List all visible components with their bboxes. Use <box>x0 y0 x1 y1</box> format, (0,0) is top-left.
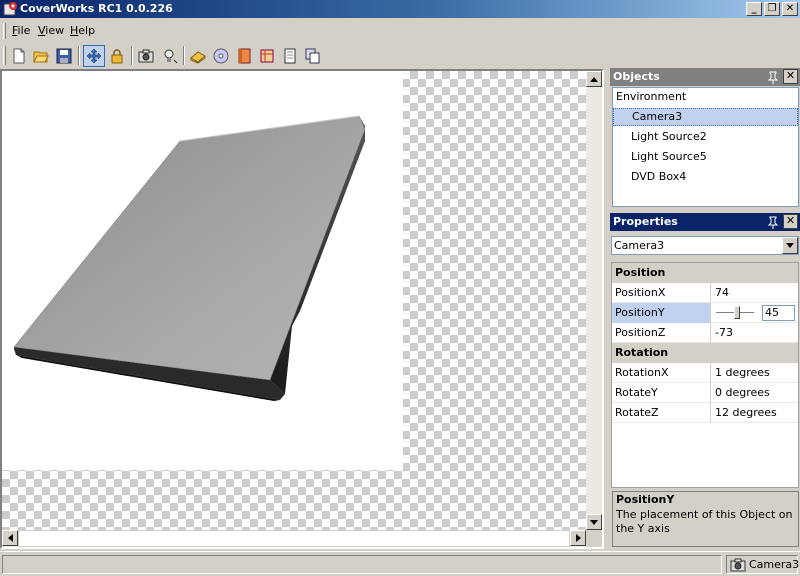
title-bar: CoverWorks RC1 0.0.226 _ ❐ ✕ <box>0 0 800 18</box>
pin-icon[interactable] <box>766 215 780 229</box>
tree-item-light-source5[interactable]: Light Source5 <box>613 148 798 166</box>
position-slider-thumb[interactable] <box>734 306 740 319</box>
chevron-down-icon[interactable] <box>782 237 798 254</box>
case-icon[interactable] <box>233 45 255 67</box>
object-selector[interactable]: Camera3 <box>611 236 799 255</box>
save-icon[interactable] <box>53 45 75 67</box>
property-value[interactable]: 12 degrees <box>712 403 798 423</box>
menu-help[interactable]: Help <box>70 24 95 37</box>
property-row-rotatez[interactable]: RotateZ 12 degrees <box>612 403 798 423</box>
3d-viewport[interactable] <box>0 69 604 549</box>
properties-panel-header: Properties ✕ <box>610 213 800 231</box>
dvd-box-model[interactable] <box>2 71 403 470</box>
property-row-rotationx[interactable]: RotationX 1 degrees <box>612 363 798 383</box>
objects-panel-title: Objects <box>613 70 660 83</box>
tree-item-dvd-box4[interactable]: DVD Box4 <box>613 168 798 186</box>
objects-close-icon[interactable]: ✕ <box>783 69 798 84</box>
minimize-button[interactable]: _ <box>746 2 762 16</box>
property-row-positionx[interactable]: PositionX 74 <box>612 283 798 303</box>
property-row-rotatey[interactable]: RotateY 0 degrees <box>612 383 798 403</box>
pin-icon[interactable] <box>766 70 780 84</box>
scroll-left-icon[interactable] <box>2 530 18 546</box>
property-name: RotateY <box>612 383 711 403</box>
package-icon[interactable] <box>256 45 278 67</box>
tree-item-camera3[interactable]: Camera3 <box>613 108 798 126</box>
close-button[interactable]: ✕ <box>782 2 798 16</box>
window-title: CoverWorks RC1 0.0.226 <box>20 2 173 15</box>
menu-grip <box>3 23 6 39</box>
copy-icon[interactable] <box>302 45 324 67</box>
property-name: RotationX <box>612 363 711 383</box>
horizontal-scroll-thumb[interactable] <box>18 530 570 547</box>
tree-item-environment[interactable]: Environment <box>613 88 798 106</box>
property-value[interactable]: 74 <box>712 283 798 303</box>
property-row-positionz[interactable]: PositionZ -73 <box>612 323 798 343</box>
properties-close-icon[interactable]: ✕ <box>783 214 798 229</box>
properties-panel-title: Properties <box>613 215 678 228</box>
coverworks-app-icon <box>3 2 17 16</box>
toolbar-grip <box>3 46 6 65</box>
horizontal-scrollbar[interactable] <box>2 530 586 547</box>
toolbar-separator <box>78 46 80 65</box>
objects-panel-header: Objects ✕ <box>610 68 800 86</box>
new-file-icon[interactable] <box>8 45 30 67</box>
scroll-up-icon[interactable] <box>586 71 602 87</box>
category-position: Position <box>612 263 798 283</box>
property-name: PositionZ <box>612 323 711 343</box>
property-value[interactable]: -73 <box>712 323 798 343</box>
object-selector-value: Camera3 <box>614 239 665 252</box>
scroll-right-icon[interactable] <box>570 530 586 546</box>
toolbar-separator <box>131 46 133 65</box>
book-icon[interactable] <box>279 45 301 67</box>
box-icon[interactable] <box>187 45 209 67</box>
open-folder-icon[interactable] <box>30 45 52 67</box>
disc-icon[interactable] <box>210 45 232 67</box>
help-description: The placement of this Object on the Y ax… <box>616 508 793 535</box>
help-title: PositionY <box>616 493 675 506</box>
category-rotation: Rotation <box>612 343 798 363</box>
property-value[interactable]: 1 degrees <box>712 363 798 383</box>
property-name: PositionX <box>612 283 711 303</box>
property-name: PositionY <box>612 303 711 323</box>
property-row-positiony[interactable]: PositionY 45 <box>612 303 798 323</box>
property-value[interactable]: 0 degrees <box>712 383 798 403</box>
scroll-down-icon[interactable] <box>586 514 602 530</box>
objects-tree[interactable]: Environment Camera3 Light Source2 Light … <box>612 87 799 207</box>
status-camera-pane: Camera3 <box>726 555 800 574</box>
scroll-corner <box>586 530 602 547</box>
camera-icon <box>730 558 746 572</box>
menu-view[interactable]: View <box>38 24 64 37</box>
vertical-scrollbar[interactable] <box>586 71 602 530</box>
move-icon[interactable] <box>83 45 105 67</box>
menu-file[interactable]: File <box>12 24 30 37</box>
toolbar <box>0 43 800 68</box>
status-camera-label: Camera3 <box>749 558 800 571</box>
light-icon[interactable] <box>159 45 181 67</box>
property-help-box: PositionY The placement of this Object o… <box>612 491 799 547</box>
tree-item-light-source2[interactable]: Light Source2 <box>613 128 798 146</box>
position-value-input[interactable]: 45 <box>762 305 795 321</box>
restore-button[interactable]: ❐ <box>764 2 780 16</box>
status-pane <box>2 555 722 574</box>
property-grid[interactable]: Position PositionX 74 PositionY 45 Posit… <box>611 262 799 488</box>
menu-bar: File View Help <box>0 20 800 42</box>
lock-icon[interactable] <box>106 45 128 67</box>
status-bar: Camera3 <box>0 551 800 576</box>
camera-icon[interactable] <box>135 45 157 67</box>
property-name: RotateZ <box>612 403 711 423</box>
toolbar-separator <box>183 46 185 65</box>
